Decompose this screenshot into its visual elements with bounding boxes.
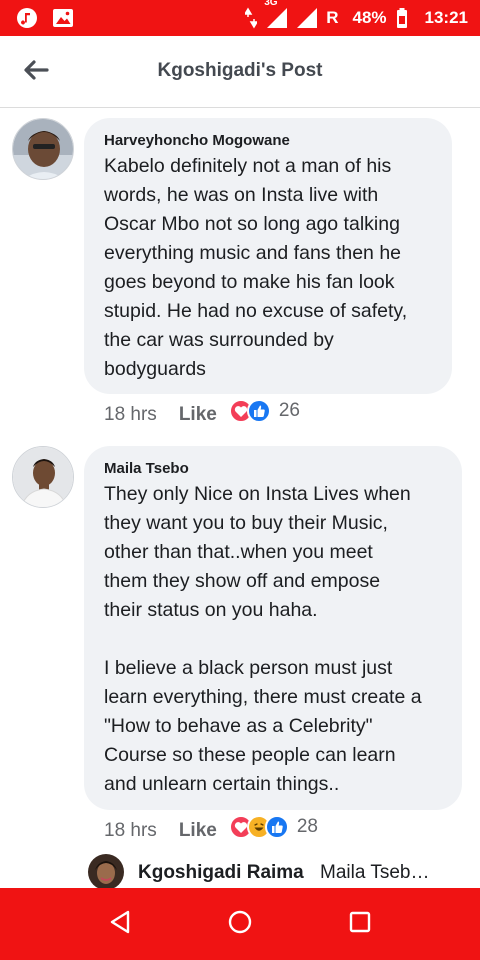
comment-author[interactable]: Harveyhoncho Mogowane — [104, 132, 290, 149]
comment-bubble[interactable]: Harveyhoncho Mogowane Kabelo definitely … — [84, 118, 452, 394]
reply-text: Maila Tseb… — [320, 862, 430, 883]
signal-icon — [296, 7, 318, 29]
battery-icon — [395, 7, 409, 29]
navigation-bar — [0, 888, 480, 960]
comment-text: They only Nice on Insta Lives when they … — [104, 483, 422, 795]
clock: 13:21 — [424, 8, 468, 27]
reply-author[interactable]: Kgoshigadi Raima — [138, 862, 304, 884]
status-bar: 3G R 48% 13:21 — [0, 0, 480, 36]
signal-icon — [266, 7, 288, 29]
comment-actions: 18 hrs Like 28 — [104, 815, 318, 842]
avatar[interactable] — [12, 446, 74, 508]
screen: 3G R 48% 13:21 Kgoshigadi's Post Harveyh… — [0, 0, 480, 960]
nav-back-button[interactable] — [100, 906, 140, 942]
home-circle-icon — [228, 910, 252, 939]
comment-actions: 18 hrs Like 26 — [104, 399, 300, 426]
reactions[interactable]: 26 — [228, 399, 300, 423]
avatar[interactable] — [12, 118, 74, 180]
reaction-count: 26 — [278, 400, 300, 421]
avatar[interactable] — [88, 854, 124, 890]
roaming-indicator: R — [326, 8, 339, 27]
comment-time[interactable]: 18 hrs — [104, 404, 157, 426]
like-reaction-icon — [246, 399, 271, 423]
reaction-count: 28 — [296, 816, 318, 837]
recents-square-icon — [349, 911, 371, 938]
comment-author[interactable]: Maila Tsebo — [104, 460, 189, 477]
image-icon — [52, 7, 74, 29]
comment-time[interactable]: 18 hrs — [104, 820, 157, 842]
nav-home-button[interactable] — [220, 906, 260, 942]
comment-text: Kabelo definitely not a man of his words… — [104, 155, 408, 380]
nav-recents-button[interactable] — [340, 906, 380, 942]
like-reaction-icon — [264, 815, 289, 839]
music-icon — [16, 7, 38, 29]
reply-preview[interactable]: Kgoshigadi Raima Maila Tseb… — [88, 854, 480, 890]
reactions[interactable]: 28 — [228, 815, 318, 839]
comment-bubble[interactable]: Maila Tsebo They only Nice on Insta Live… — [84, 446, 462, 810]
data-arrows-icon — [244, 7, 258, 29]
back-triangle-icon — [109, 910, 131, 939]
like-button[interactable]: Like — [179, 820, 217, 842]
network-type: 3G — [264, 0, 278, 8]
battery-percent: 48% — [352, 8, 387, 27]
like-button[interactable]: Like — [179, 404, 217, 426]
page-title: Kgoshigadi's Post — [157, 60, 323, 81]
post-header: Kgoshigadi's Post — [0, 36, 480, 108]
